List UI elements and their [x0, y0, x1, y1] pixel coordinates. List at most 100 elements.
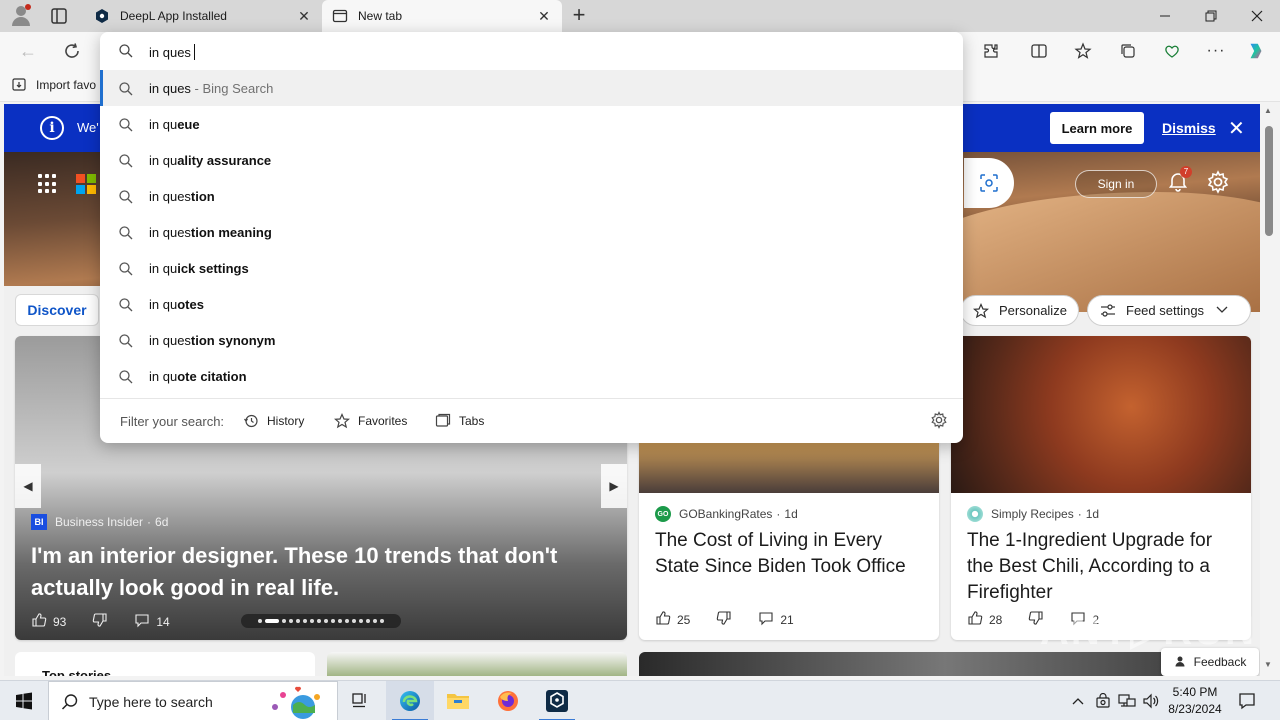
learn-more-button[interactable]: Learn more — [1050, 112, 1144, 144]
carousel-indicator[interactable] — [241, 614, 401, 628]
article-card[interactable]: Simply Recipes · 1d The 1-Ingredient Upg… — [951, 336, 1251, 640]
suggestion-item[interactable]: in question synonym — [100, 322, 963, 358]
close-tab-icon[interactable]: ✕ — [536, 8, 552, 24]
feed-settings-button[interactable]: Feed settings — [1087, 295, 1251, 326]
more-menu-icon[interactable]: ··· — [1206, 41, 1226, 61]
like-count: 93 — [53, 614, 67, 629]
volume-icon[interactable] — [1142, 681, 1160, 720]
suggestion-completion: tion meaning — [190, 225, 272, 240]
business-insider-logo: BI — [31, 514, 47, 530]
taskbar-edge-icon[interactable] — [386, 681, 434, 720]
close-tab-icon[interactable]: ✕ — [296, 8, 312, 24]
dismiss-link[interactable]: Dismiss — [1162, 120, 1216, 136]
discover-tab[interactable]: Discover — [15, 294, 99, 326]
favorites-star-icon[interactable] — [1073, 41, 1093, 61]
suggestion-item[interactable]: in question — [100, 178, 963, 214]
page-scrollbar[interactable]: ▲ ▼ — [1262, 104, 1276, 674]
tab-title: DeepL App Installed — [120, 9, 227, 23]
article-headline[interactable]: I'm an interior designer. These 10 trend… — [31, 540, 611, 604]
filter-favorites-button[interactable]: Favorites — [333, 413, 407, 429]
extensions-icon[interactable] — [981, 41, 1001, 61]
suggestion-item[interactable]: in quotes — [100, 286, 963, 322]
copilot-icon[interactable] — [1246, 41, 1266, 61]
taskbar-search-box[interactable]: Type here to search — [48, 681, 338, 720]
page-settings-gear-icon[interactable] — [1206, 170, 1230, 194]
like-icon[interactable] — [967, 610, 983, 629]
address-bar[interactable]: in ques — [100, 32, 963, 70]
notifications-bell-icon[interactable]: 7 — [1167, 166, 1192, 192]
dislike-icon[interactable] — [92, 612, 108, 631]
back-button[interactable]: ← — [17, 40, 39, 62]
app-launcher-icon[interactable] — [38, 174, 58, 194]
article-title[interactable]: The 1-Ingredient Upgrade for the Best Ch… — [967, 528, 1243, 606]
text-caret — [193, 44, 195, 60]
restore-button[interactable] — [1188, 0, 1234, 32]
deepl-icon — [94, 8, 110, 24]
suggestion-completion: eue — [177, 117, 200, 132]
article-card[interactable] — [327, 652, 627, 676]
address-bar-input[interactable]: in ques — [149, 45, 191, 60]
suggestion-typed: in qu — [149, 369, 178, 384]
suggestion-typed: in ques — [149, 333, 191, 348]
new-tab-button[interactable]: + — [568, 4, 590, 27]
tab-new-tab[interactable]: New tab ✕ — [322, 0, 562, 32]
taskbar-firefox-icon[interactable] — [484, 681, 532, 720]
suggestion-item[interactable]: in quality assurance — [100, 142, 963, 178]
taskbar-clock[interactable]: 5:40 PM 8/23/2024 — [1162, 684, 1228, 718]
suggestion-item[interactable]: in queue — [100, 106, 963, 142]
profile-icon[interactable] — [8, 4, 34, 28]
split-screen-icon[interactable] — [1029, 41, 1049, 61]
refresh-button[interactable] — [61, 40, 83, 62]
carousel-next-button[interactable]: ▶ — [601, 464, 627, 508]
sign-in-button[interactable]: Sign in — [1075, 170, 1157, 198]
clock-date: 8/23/2024 — [1168, 702, 1222, 716]
suggestion-item[interactable]: in ques - Bing Search — [100, 70, 963, 106]
close-window-button[interactable] — [1234, 0, 1280, 32]
notification-center-icon[interactable] — [1238, 681, 1256, 720]
import-favorites-link[interactable]: Import favo — [12, 78, 96, 92]
search-icon — [118, 153, 134, 172]
show-hidden-icons[interactable] — [1072, 681, 1084, 720]
start-button[interactable] — [0, 681, 48, 720]
tab-actions-icon[interactable] — [50, 7, 70, 25]
tab-deepl[interactable]: DeepL App Installed ✕ — [84, 0, 322, 32]
security-tray-icon[interactable] — [1096, 681, 1110, 720]
suggestion-item[interactable]: in question meaning — [100, 214, 963, 250]
dislike-icon[interactable] — [716, 610, 732, 629]
search-settings-gear-icon[interactable] — [930, 411, 948, 429]
scrollbar-thumb[interactable] — [1265, 126, 1273, 236]
suggestion-typed: in ques — [149, 81, 191, 96]
feedback-label: Feedback — [1193, 655, 1247, 669]
suggestion-item[interactable]: in quick settings — [100, 250, 963, 286]
filter-history-button[interactable]: History — [243, 413, 304, 429]
taskbar-file-explorer-icon[interactable] — [434, 681, 482, 720]
suggestion-typed: in ques — [149, 189, 191, 204]
tab-strip: DeepL App Installed ✕ New tab ✕ + — [0, 0, 1280, 32]
network-icon[interactable] — [1118, 681, 1136, 720]
source-name: GOBankingRates — [679, 507, 773, 521]
article-card[interactable] — [639, 652, 1251, 676]
minimize-button[interactable] — [1142, 0, 1188, 32]
collections-icon[interactable] — [1118, 41, 1138, 61]
like-icon[interactable] — [655, 610, 671, 629]
visual-search-icon[interactable] — [964, 158, 1014, 208]
new-tab-page-icon — [332, 8, 348, 24]
tab-title: New tab — [358, 9, 403, 23]
search-icon — [118, 297, 134, 316]
comment-icon[interactable] — [758, 610, 774, 629]
carousel-prev-button[interactable]: ◀ — [15, 464, 41, 508]
filter-tabs-button[interactable]: Tabs — [435, 413, 484, 429]
feedback-button[interactable]: Feedback — [1161, 648, 1259, 676]
feedback-icon — [1174, 655, 1186, 670]
article-title[interactable]: The Cost of Living in Every State Since … — [655, 528, 931, 580]
taskbar-deepl-icon[interactable] — [533, 681, 581, 720]
close-banner-icon[interactable]: ✕ — [1228, 116, 1245, 141]
tabs-icon — [435, 413, 451, 429]
like-icon[interactable] — [31, 612, 47, 631]
suggestion-item[interactable]: in quote citation — [100, 358, 963, 394]
browser-essentials-icon[interactable] — [1162, 41, 1182, 61]
comment-icon[interactable] — [134, 612, 150, 631]
task-view-icon[interactable] — [336, 681, 384, 720]
search-icon — [118, 117, 134, 136]
personalize-button[interactable]: Personalize — [960, 295, 1079, 326]
